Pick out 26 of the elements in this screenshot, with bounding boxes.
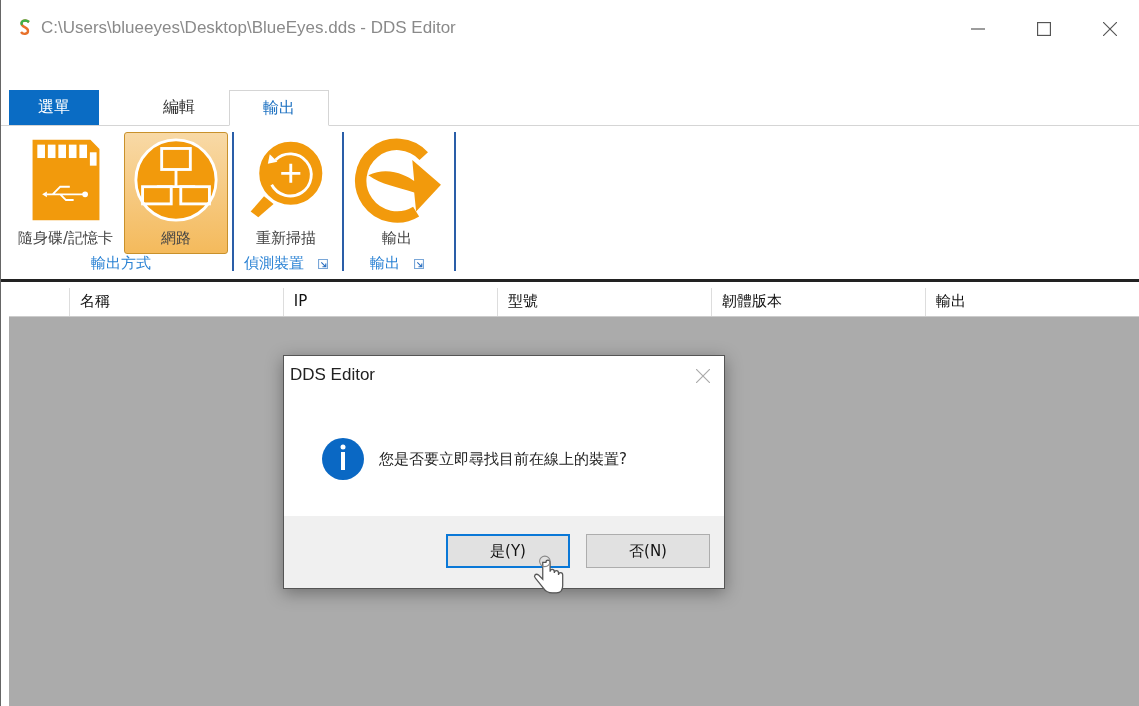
ribbon-button[interactable]: 隨身碟/記憶卡 [13,132,119,254]
dialog-title: DDS Editor [290,365,376,386]
window-title: C:\Users\blueeyes\Desktop\BlueEyes.dds - DDS Editor [41,18,456,38]
ribbon-tab[interactable]: 輸出 [229,90,329,126]
ribbon-tab[interactable]: 編輯 [129,90,229,125]
file-menu-tab[interactable]: 選單 [9,90,99,125]
group-label: 輸出方式 [90,254,151,273]
dialog-message: 您是否要立即尋找目前在線上的裝置? [379,449,627,469]
dialog-button[interactable]: 否(N) [586,534,710,568]
column-header[interactable]: 型號 [496,288,711,316]
ribbon-button[interactable]: 重新掃描 [234,132,339,254]
dialog-button[interactable]: 是(Y) [446,534,570,568]
info-icon [321,437,365,481]
maximize-icon[interactable] [1037,22,1051,36]
dialog-launcher-icon[interactable] [414,258,425,269]
ribbon-button[interactable]: 輸出 [344,132,451,254]
close-icon[interactable] [1103,22,1117,36]
group-label: 偵測裝置 [244,254,305,273]
column-header[interactable]: 名稱 [68,288,283,316]
ribbon-button[interactable]: 網路 [124,132,229,254]
dialog-launcher-icon[interactable] [318,258,329,269]
column-header[interactable]: 韌體版本 [710,288,925,316]
column-header[interactable]: 輸出 [925,288,1139,316]
column-header[interactable]: IP [282,288,497,316]
network-diagram-icon [133,137,220,223]
group-label: 輸出 [370,254,401,273]
